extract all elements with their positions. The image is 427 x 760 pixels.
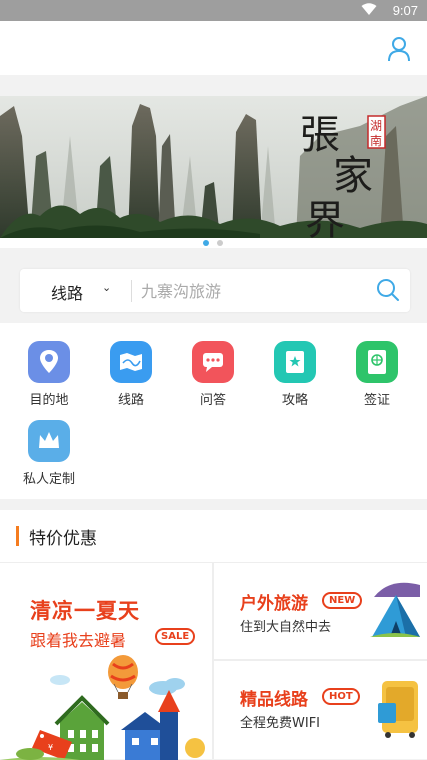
search-category-select[interactable]: 线路	[51, 280, 83, 304]
bookmark-icon	[274, 341, 316, 383]
nav-item-destination[interactable]: 目的地	[9, 341, 89, 408]
nav-label: 私人定制	[22, 472, 75, 487]
search-divider	[131, 280, 132, 302]
wifi-icon	[361, 3, 377, 15]
nav-item-custom[interactable]: 私人定制	[9, 420, 89, 487]
promo-title: 清凉一夏天	[30, 599, 140, 623]
nav-label: 目的地	[29, 393, 69, 408]
nav-item-qa[interactable]: 问答	[173, 341, 253, 408]
summer-village-illustration: ¥	[0, 655, 205, 760]
category-nav: 目的地 线路 问答 攻略 签证 私人定制	[0, 323, 427, 499]
promo-card-premium[interactable]: 精品线路 HOT 全程免费WIFI	[214, 661, 427, 759]
svg-text:南: 南	[370, 133, 382, 148]
nav-label: 攻略	[281, 393, 308, 408]
carousel-dot[interactable]	[217, 240, 223, 246]
hot-badge: HOT	[322, 688, 360, 705]
crown-icon	[28, 420, 70, 462]
promo-title: 户外旅游	[240, 594, 308, 614]
nav-item-routes[interactable]: 线路	[91, 341, 171, 408]
location-pin-icon	[28, 341, 70, 383]
promo-subtitle: 全程免费WIFI	[240, 716, 320, 731]
map-icon	[110, 341, 152, 383]
carousel-dots	[0, 238, 427, 248]
nav-item-visa[interactable]: 签证	[337, 341, 417, 408]
search-bar: 线路 ⌄	[20, 269, 410, 312]
passport-icon	[356, 341, 398, 383]
promo-subtitle: 住到大自然中去	[240, 620, 332, 635]
luggage-illustration	[378, 681, 418, 738]
nav-item-guides[interactable]: 攻略	[255, 341, 335, 408]
promo-subtitle: 跟着我去避暑	[30, 631, 127, 650]
promo-card-summer[interactable]: 清凉一夏天 跟着我去避暑 SALE ¥	[0, 562, 212, 760]
svg-text:¥: ¥	[48, 743, 53, 752]
zhangjiajie-landscape-image: 張 家 界 湖 南	[0, 96, 427, 238]
banner-carousel[interactable]: 張 家 界 湖 南	[0, 96, 427, 238]
svg-text:家: 家	[333, 153, 373, 199]
promo-title: 精品线路	[240, 690, 308, 710]
status-time: 9:07	[392, 3, 418, 18]
sale-badge: SALE	[155, 628, 196, 645]
search-input[interactable]	[141, 276, 361, 306]
search-icon[interactable]	[376, 278, 400, 302]
chevron-down-icon[interactable]: ⌄	[102, 281, 111, 294]
svg-text:界: 界	[305, 198, 345, 238]
promo-card-outdoor[interactable]: 户外旅游 NEW 住到大自然中去	[214, 562, 427, 659]
svg-text:湖: 湖	[370, 118, 382, 133]
nav-label: 签证	[363, 393, 390, 408]
section-accent-bar	[16, 526, 19, 546]
app-header	[0, 21, 427, 75]
nav-label: 问答	[199, 393, 226, 408]
new-badge: NEW	[322, 592, 363, 609]
chat-bubble-icon	[192, 341, 234, 383]
section-title: 特价优惠	[29, 529, 97, 549]
special-offers-section: 特价优惠 清凉一夏天 跟着我去避暑 SALE ¥ 户外旅游 NEW 住到大自然中…	[0, 510, 427, 760]
camping-tent-illustration	[370, 582, 420, 637]
user-profile-icon[interactable]	[387, 36, 411, 62]
status-bar: 9:07	[0, 0, 427, 21]
calligraphy-text: 張	[300, 112, 340, 158]
nav-label: 线路	[117, 393, 144, 408]
carousel-dot-active[interactable]	[203, 240, 209, 246]
